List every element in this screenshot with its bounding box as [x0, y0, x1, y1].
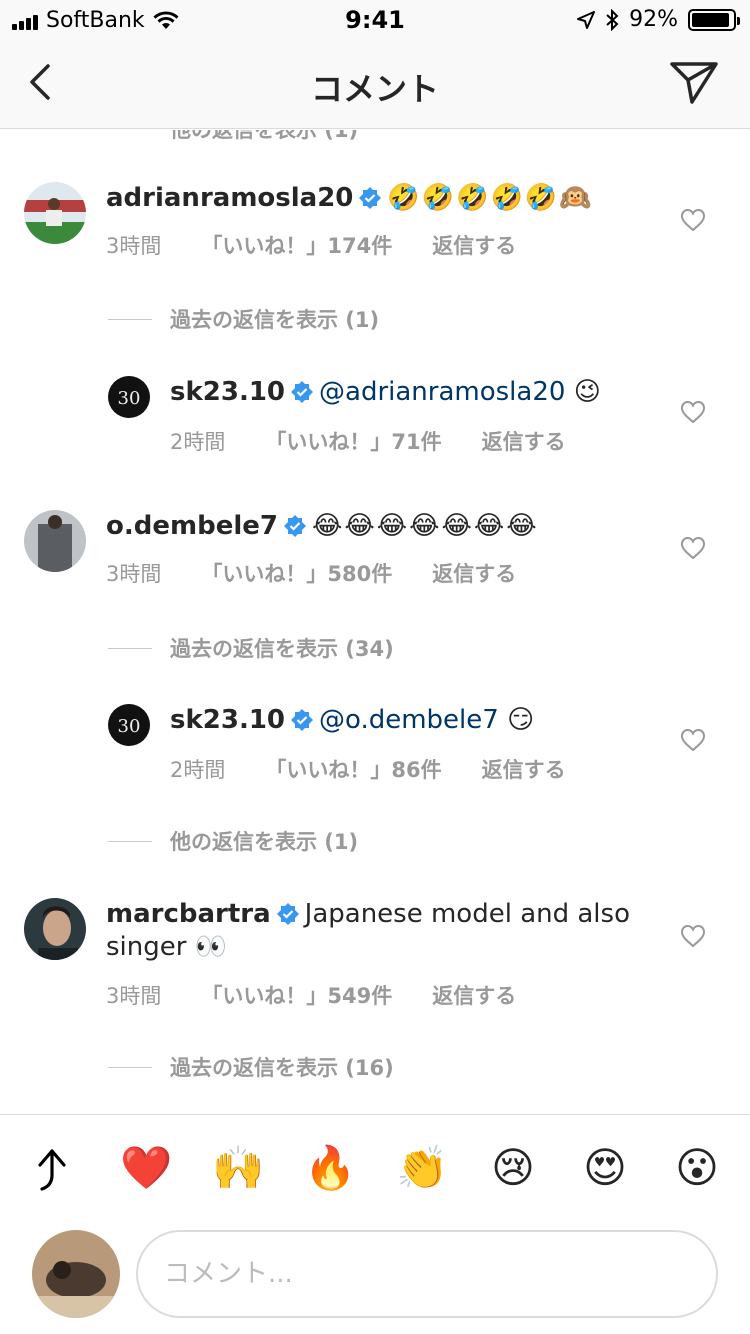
location-icon: [577, 10, 596, 29]
comment-composer: [0, 1222, 750, 1334]
mention-link[interactable]: @adrianramosla20: [319, 377, 565, 407]
verified-badge-icon: [276, 903, 299, 925]
svg-text:30: 30: [118, 388, 141, 409]
battery-fill: [692, 12, 729, 27]
verified-badge-icon: [291, 709, 314, 731]
divider: [108, 1066, 152, 1068]
reply-button[interactable]: 返信する: [432, 230, 516, 260]
divider: [108, 318, 152, 320]
reply-button[interactable]: 返信する: [432, 558, 516, 588]
reply-button[interactable]: 返信する: [482, 426, 566, 456]
verified-badge-icon: [359, 187, 382, 209]
avatar: [32, 1230, 120, 1318]
quick-emoji-fire[interactable]: 🔥: [304, 1143, 356, 1193]
heart-icon[interactable]: [680, 924, 706, 948]
like-count[interactable]: 「いいね！」549件: [201, 980, 392, 1010]
arrow-up-icon[interactable]: [32, 1145, 72, 1193]
view-previous-replies-link[interactable]: 過去の返信を表示 (16): [108, 1052, 394, 1082]
timestamp: 2時間: [170, 758, 226, 782]
timestamp: 3時間: [106, 234, 162, 258]
comment-text: sk23.10 @o.dembele7 😏: [170, 704, 660, 737]
quick-emoji-heart-eyes[interactable]: 😍: [580, 1143, 630, 1193]
comment-meta: 3時間 「いいね！」549件 返信する: [106, 980, 556, 1010]
username[interactable]: o.dembele7: [106, 511, 278, 541]
quick-reaction-bar: ❤️ 🙌 🔥 👏 😢 😍 😮: [0, 1114, 750, 1222]
comment-input[interactable]: [136, 1230, 718, 1318]
timestamp: 3時間: [106, 984, 162, 1008]
comment-content: 😂😂😂😂😂😂😂: [311, 511, 539, 541]
like-count[interactable]: 「いいね！」86件: [265, 754, 441, 784]
comment-content: 😏: [507, 705, 537, 735]
view-previous-replies-label: 過去の返信を表示 (16): [170, 1056, 394, 1080]
avatar[interactable]: 30: [108, 704, 150, 746]
avatar[interactable]: [24, 182, 86, 244]
status-bar: SoftBank 9:41 92%: [0, 0, 750, 40]
view-more-replies-link[interactable]: 他の返信を表示 (1): [170, 130, 358, 144]
heart-icon[interactable]: [680, 536, 706, 560]
reply-button[interactable]: 返信する: [482, 754, 566, 784]
timestamp: 2時間: [170, 430, 226, 454]
verified-badge-icon: [283, 515, 306, 537]
divider: [108, 647, 152, 649]
username[interactable]: marcbartra: [106, 899, 271, 929]
comment-text: marcbartra Japanese model and also singer…: [106, 898, 660, 964]
nav-bar: コメント: [0, 40, 750, 129]
svg-text:30: 30: [118, 716, 141, 737]
quick-emoji-clap[interactable]: 👏: [396, 1143, 448, 1193]
avatar[interactable]: [24, 510, 86, 572]
view-previous-replies-link[interactable]: 過去の返信を表示 (34): [108, 633, 394, 663]
mention-link[interactable]: @o.dembele7: [319, 705, 499, 735]
quick-emoji-raised-hands[interactable]: 🙌: [212, 1143, 264, 1193]
avatar[interactable]: 30: [108, 376, 150, 418]
status-right: 92%: [577, 7, 740, 32]
comment-meta: 3時間 「いいね！」174件 返信する: [106, 230, 556, 260]
quick-emoji-surprised[interactable]: 😮: [672, 1143, 722, 1193]
like-count[interactable]: 「いいね！」580件: [201, 558, 392, 588]
avatar[interactable]: [24, 898, 86, 960]
heart-icon[interactable]: [680, 400, 706, 424]
heart-icon[interactable]: [680, 728, 706, 752]
comment-content: 🤣🤣🤣🤣🤣🙉: [387, 183, 594, 213]
comment-content: 😉: [573, 377, 603, 407]
battery-percent: 92%: [629, 7, 678, 32]
comment-text: adrianramosla20 🤣🤣🤣🤣🤣🙉: [106, 182, 660, 215]
view-previous-replies-link[interactable]: 過去の返信を表示 (1): [108, 304, 379, 334]
comment-meta: 2時間 「いいね！」86件 返信する: [170, 754, 606, 784]
comment-meta: 2時間 「いいね！」71件 返信する: [170, 426, 606, 456]
comment-text: o.dembele7 😂😂😂😂😂😂😂: [106, 510, 660, 543]
view-previous-replies-label: 過去の返信を表示 (1): [170, 308, 380, 332]
paper-plane-icon[interactable]: [668, 58, 720, 106]
timestamp: 3時間: [106, 562, 162, 586]
reply-button[interactable]: 返信する: [432, 980, 516, 1010]
divider: [108, 840, 152, 842]
bluetooth-icon: [606, 8, 619, 31]
like-count[interactable]: 「いいね！」174件: [201, 230, 392, 260]
comment-list[interactable]: 他の返信を表示 (1) adrianramosla20 🤣🤣🤣🤣🤣🙉 3時間 「い…: [0, 130, 750, 1114]
username[interactable]: sk23.10: [170, 705, 285, 735]
view-previous-replies-label: 過去の返信を表示 (34): [170, 637, 394, 661]
comment-text: sk23.10 @adrianramosla20 😉: [170, 376, 660, 409]
like-count[interactable]: 「いいね！」71件: [265, 426, 441, 456]
view-more-replies-link[interactable]: 他の返信を表示 (1): [108, 826, 358, 856]
verified-badge-icon: [291, 381, 314, 403]
comment-meta: 3時間 「いいね！」580件 返信する: [106, 558, 556, 588]
quick-emoji-cry[interactable]: 😢: [488, 1143, 538, 1193]
page-title: コメント: [310, 70, 439, 108]
battery-icon: [688, 8, 740, 31]
view-more-replies-label: 他の返信を表示 (1): [170, 830, 359, 854]
username[interactable]: adrianramosla20: [106, 183, 353, 213]
quick-emoji-heart[interactable]: ❤️: [120, 1143, 172, 1193]
username[interactable]: sk23.10: [170, 377, 285, 407]
heart-icon[interactable]: [680, 208, 706, 232]
